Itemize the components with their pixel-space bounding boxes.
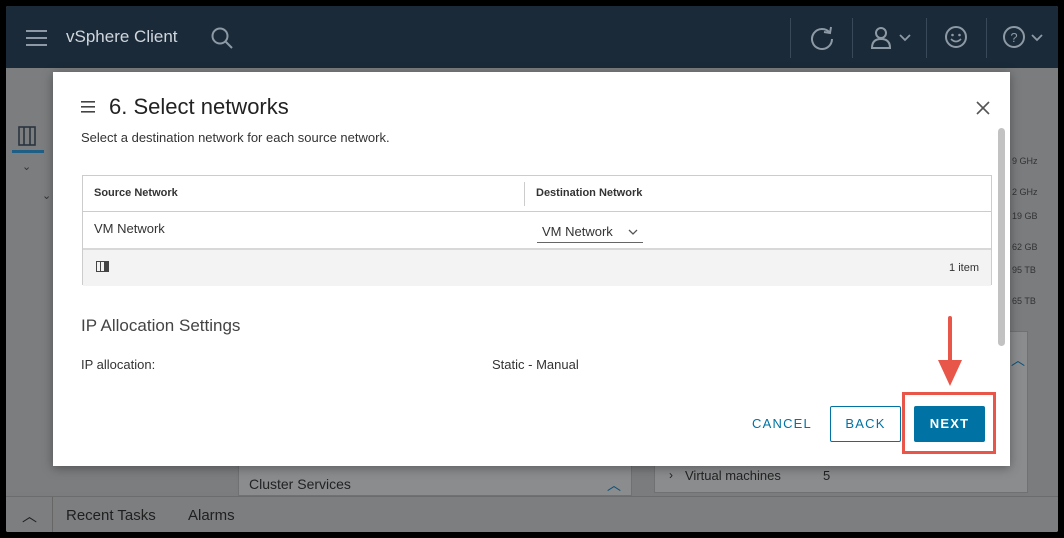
ip-allocation-value: Static - Manual — [492, 357, 579, 372]
annotation-highlight-box — [902, 392, 996, 454]
divider — [790, 18, 791, 58]
column-separator[interactable] — [524, 182, 525, 206]
stat-value: 9 GHz — [1012, 156, 1038, 166]
top-navigation-bar: vSphere Client ? — [6, 6, 1058, 68]
cluster-services-label[interactable]: Cluster Services — [249, 476, 351, 492]
stat-value: 65 TB — [1012, 296, 1036, 306]
dialog-subtitle: Select a destination network for each so… — [81, 130, 390, 145]
back-button[interactable]: BACK — [830, 406, 901, 442]
app-title[interactable]: vSphere Client — [66, 27, 178, 47]
tree-expand-icon[interactable]: ⌄ — [22, 160, 31, 173]
divider — [986, 18, 987, 58]
column-header-source[interactable]: Source Network — [94, 187, 178, 199]
active-tab-indicator — [12, 150, 44, 153]
column-toggle-icon[interactable] — [96, 261, 110, 273]
steps-menu-icon[interactable] — [81, 101, 95, 113]
alarms-tab[interactable]: Alarms — [188, 507, 235, 524]
search-icon[interactable] — [210, 26, 234, 50]
menu-icon[interactable] — [26, 29, 48, 47]
divider — [852, 18, 853, 58]
tree-expand-icon[interactable]: ⌄ — [42, 189, 51, 202]
virtual-machines-label[interactable]: Virtual machines — [685, 468, 781, 483]
help-icon[interactable]: ? — [1002, 25, 1048, 51]
user-icon[interactable] — [870, 26, 914, 50]
item-count: 1 item — [949, 262, 979, 274]
stat-value: 19 GB — [1012, 211, 1038, 221]
chevron-down-icon — [628, 229, 638, 235]
virtual-machines-count: 5 — [823, 468, 831, 483]
divider — [926, 18, 927, 58]
expand-icon[interactable]: › — [669, 468, 673, 482]
table-header: Source Network Destination Network — [83, 176, 991, 212]
network-mapping-table: Source Network Destination Network VM Ne… — [82, 175, 992, 286]
bottom-bar: ︿ Recent Tasks Alarms — [6, 496, 1058, 532]
source-network-cell: VM Network — [94, 221, 165, 236]
annotation-arrow-icon — [938, 316, 962, 386]
chevron-up-icon[interactable]: ︿ — [22, 505, 37, 526]
refresh-icon[interactable] — [809, 25, 835, 51]
table-footer: 1 item — [83, 248, 991, 286]
stat-value: 2 GHz — [1012, 187, 1038, 197]
stat-value: 62 GB — [1012, 242, 1038, 252]
scrollbar[interactable] — [998, 128, 1005, 346]
destination-network-select[interactable]: VM Network — [537, 222, 643, 243]
ip-allocation-section-title: IP Allocation Settings — [81, 316, 241, 335]
select-networks-dialog: 6. Select networks Select a destination … — [53, 72, 1010, 466]
chevron-up-icon[interactable]: ︿ — [607, 475, 621, 495]
close-icon[interactable] — [976, 101, 990, 115]
stat-value: 95 TB — [1012, 265, 1036, 275]
divider — [52, 497, 53, 532]
select-value: VM Network — [542, 224, 613, 239]
recent-tasks-tab[interactable]: Recent Tasks — [66, 507, 156, 524]
cancel-button[interactable]: CANCEL — [741, 406, 823, 442]
dialog-title: 6. Select networks — [109, 94, 289, 119]
chevron-up-icon[interactable]: ︿ — [1011, 350, 1025, 370]
column-header-destination[interactable]: Destination Network — [536, 187, 642, 199]
hosts-clusters-icon[interactable] — [16, 124, 40, 148]
svg-text:?: ? — [1010, 30, 1017, 45]
ip-allocation-label: IP allocation: — [81, 357, 156, 372]
smiley-icon[interactable] — [944, 25, 970, 51]
